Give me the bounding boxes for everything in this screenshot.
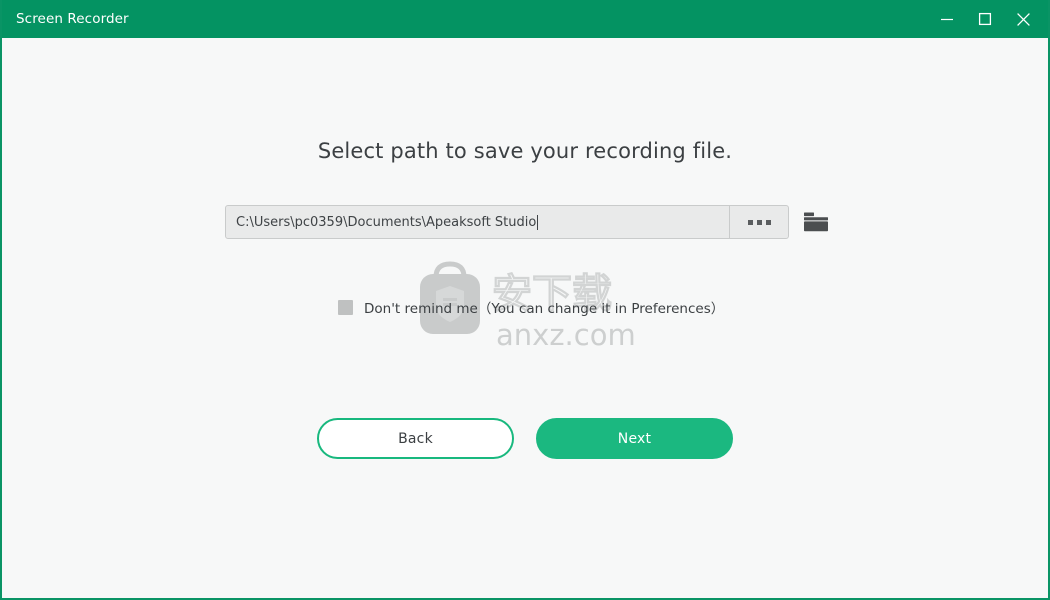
footer-buttons: Back Next	[2, 418, 1048, 459]
title-bar: Screen Recorder	[2, 0, 1048, 38]
save-path-value-wrap: C:\Users\pc0359\Documents\Apeaksoft Stud…	[226, 206, 729, 238]
close-icon	[1016, 12, 1030, 26]
window-controls	[928, 0, 1042, 38]
text-caret	[537, 214, 539, 230]
save-path-value: C:\Users\pc0359\Documents\Apeaksoft Stud…	[236, 214, 537, 230]
maximize-button[interactable]	[966, 0, 1004, 38]
dont-remind-checkbox[interactable]	[338, 299, 353, 315]
open-folder-button[interactable]	[802, 207, 830, 237]
main-content: Select path to save your recording file.…	[2, 38, 1048, 598]
minimize-button[interactable]	[928, 0, 966, 38]
window-title: Screen Recorder	[16, 11, 129, 27]
save-path-row: C:\Users\pc0359\Documents\Apeaksoft Stud…	[225, 205, 830, 239]
app-window: Screen Recorder Select path to save your…	[0, 0, 1050, 600]
save-path-input[interactable]: C:\Users\pc0359\Documents\Apeaksoft Stud…	[225, 205, 789, 239]
ellipsis-icon	[747, 219, 771, 225]
page-title: Select path to save your recording file.	[317, 139, 733, 163]
close-button[interactable]	[1004, 0, 1042, 38]
folder-icon	[804, 212, 828, 232]
back-button[interactable]: Back	[317, 418, 514, 459]
dont-remind-label: Don't remind me（You can change it in Pre…	[364, 301, 725, 317]
next-button[interactable]: Next	[536, 418, 733, 459]
browse-button[interactable]	[729, 206, 788, 238]
dont-remind-row[interactable]: Don't remind me（You can change it in Pre…	[338, 297, 724, 317]
watermark-site-text: anxz.com	[496, 318, 636, 352]
minimize-icon	[941, 18, 953, 21]
maximize-icon	[978, 12, 992, 26]
